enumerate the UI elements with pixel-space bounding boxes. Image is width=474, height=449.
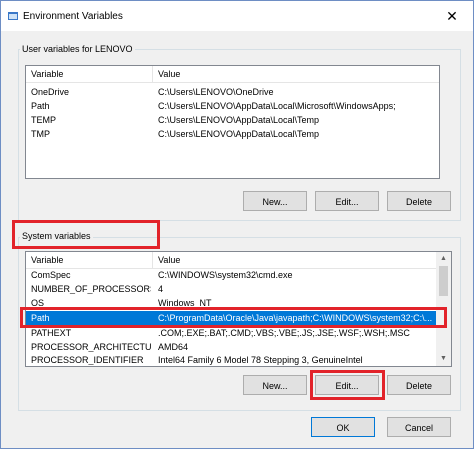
window-title: Environment Variables — [23, 11, 123, 22]
title-bar[interactable]: Environment Variables ✕ — [1, 1, 473, 31]
system-row-variable: PROCESSOR_IDENTIFIER — [31, 355, 144, 365]
user-row-value: C:\Users\LENOVO\AppData\Local\Temp — [158, 129, 320, 139]
system-row[interactable]: PROCESSOR_ARCHITECTURE AMD64 — [26, 340, 436, 354]
scroll-down-arrow[interactable]: ▼ — [435, 352, 451, 366]
user-row-variable: OneDrive — [31, 87, 70, 97]
system-row[interactable]: PROCESSOR_IDENTIFIER Intel64 Family 6 Mo… — [26, 353, 436, 366]
user-list-header: Variable Value — [26, 66, 439, 83]
user-row-value: C:\Users\LENOVO\AppData\Local\Temp — [158, 115, 320, 125]
system-row-variable: ComSpec — [31, 270, 71, 280]
user-header-variable[interactable]: Variable — [31, 69, 63, 79]
user-header-separator[interactable] — [152, 66, 153, 82]
system-row-variable: PROCESSOR_ARCHITECTURE — [31, 342, 151, 352]
environment-variables-dialog: Environment Variables ✕ User variables f… — [0, 0, 474, 449]
user-new-button[interactable]: New... — [243, 191, 307, 211]
path-row-highlight — [20, 307, 447, 328]
close-icon[interactable]: ✕ — [441, 7, 463, 25]
user-variables-label: User variables for LENOVO — [20, 44, 135, 54]
system-row[interactable]: ComSpec C:\WINDOWS\system32\cmd.exe — [26, 268, 436, 282]
system-row[interactable]: NUMBER_OF_PROCESSORS 4 — [26, 282, 436, 296]
system-row-value: 4 — [158, 284, 164, 294]
user-row-value: C:\Users\LENOVO\OneDrive — [158, 87, 274, 97]
user-header-value[interactable]: Value — [158, 69, 180, 79]
scroll-up-arrow[interactable]: ▲ — [435, 252, 451, 266]
user-row-value: C:\Users\LENOVO\AppData\Local\Microsoft\… — [158, 101, 396, 111]
user-edit-button[interactable]: Edit... — [315, 191, 379, 211]
system-variables-highlight — [12, 220, 160, 249]
user-row-variable: Path — [31, 101, 50, 111]
cancel-button[interactable]: Cancel — [387, 417, 451, 437]
system-row-value: C:\WINDOWS\system32\cmd.exe — [158, 270, 293, 280]
user-variables-list[interactable]: Variable Value OneDrive C:\Users\LENOVO\… — [25, 65, 440, 179]
system-header-variable[interactable]: Variable — [31, 255, 63, 265]
system-list-header: Variable Value — [26, 252, 451, 269]
ok-button[interactable]: OK — [311, 417, 375, 437]
user-row[interactable]: OneDrive C:\Users\LENOVO\OneDrive — [26, 85, 439, 99]
system-new-button[interactable]: New... — [243, 375, 307, 395]
system-delete-button[interactable]: Delete — [387, 375, 451, 395]
user-row-variable: TMP — [31, 129, 50, 139]
system-row-value: AMD64 — [158, 342, 189, 352]
edit-button-highlight — [310, 370, 385, 400]
system-row-value: .COM;.EXE;.BAT;.CMD;.VBS;.VBE;.JS;.JSE;.… — [158, 328, 410, 338]
app-icon — [8, 12, 18, 20]
user-row[interactable]: Path C:\Users\LENOVO\AppData\Local\Micro… — [26, 99, 439, 113]
scroll-thumb[interactable] — [439, 266, 448, 296]
user-row[interactable]: TEMP C:\Users\LENOVO\AppData\Local\Temp — [26, 113, 439, 127]
system-row-variable: PATHEXT — [31, 328, 72, 338]
user-row[interactable]: TMP C:\Users\LENOVO\AppData\Local\Temp — [26, 127, 439, 141]
system-row-value: Intel64 Family 6 Model 78 Stepping 3, Ge… — [158, 355, 363, 365]
system-header-value[interactable]: Value — [158, 255, 180, 265]
system-header-separator[interactable] — [152, 252, 153, 268]
system-row[interactable]: PATHEXT .COM;.EXE;.BAT;.CMD;.VBS;.VBE;.J… — [26, 326, 436, 340]
system-row-variable: NUMBER_OF_PROCESSORS — [31, 284, 151, 294]
user-row-variable: TEMP — [31, 115, 57, 125]
user-delete-button[interactable]: Delete — [387, 191, 451, 211]
